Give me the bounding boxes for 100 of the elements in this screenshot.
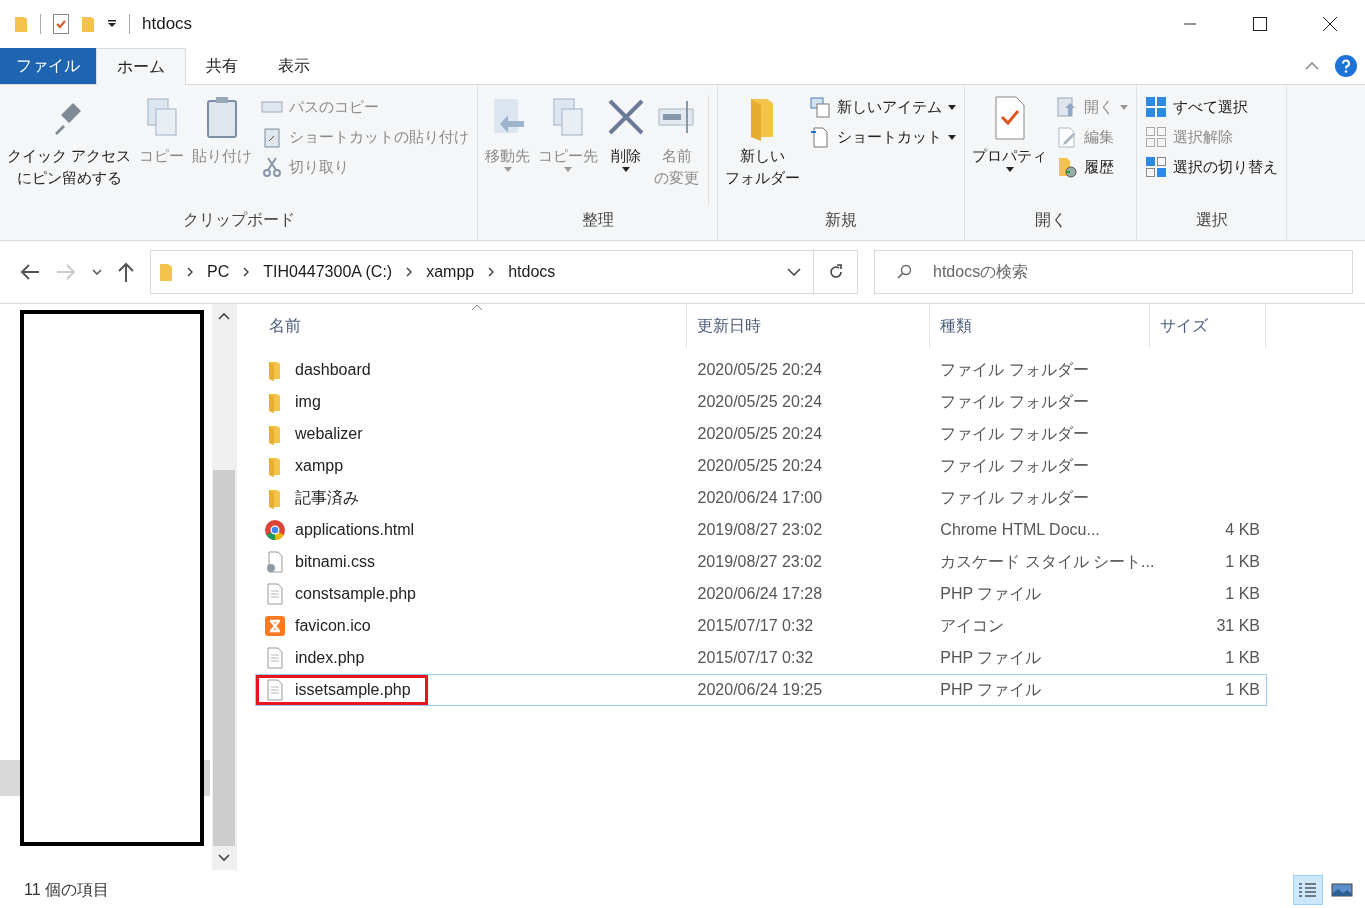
maximize-icon[interactable]: [1253, 17, 1267, 31]
new-item-icon: [809, 96, 832, 118]
breadcrumb[interactable]: htdocs: [508, 263, 556, 281]
properties-icon[interactable]: [53, 14, 69, 34]
date-cell-text: 2020/05/25 20:24: [696, 425, 824, 443]
type-cell-text: ファイル フォルダー: [939, 487, 1090, 508]
caret-icon: [1120, 104, 1129, 110]
file-row[interactable]: applications.html 2019/08/27 23:02 Chrome HTML Docu... 4 KB: [255, 514, 1267, 546]
ribbon-tab[interactable]: ファイル: [0, 48, 96, 84]
size-cell: 1 KB: [1225, 585, 1260, 603]
file-name: constsample.php: [295, 585, 416, 603]
search-field[interactable]: htdocsの検索: [874, 250, 1353, 294]
size-cell: 4 KB: [1225, 521, 1260, 539]
breadcrumb[interactable]: PC: [207, 263, 230, 281]
up-arrow-icon[interactable]: [118, 262, 134, 282]
css-file-icon: [265, 551, 285, 573]
file-name: xampp: [295, 457, 344, 475]
column-header[interactable]: 種類: [930, 304, 1150, 348]
back-arrow-icon[interactable]: [20, 264, 40, 280]
column-header[interactable]: 名前: [255, 304, 687, 348]
select-none-icon: [1145, 126, 1168, 148]
file-row[interactable]: xampp 2020/05/25 20:24 ファイル フォルダー: [255, 450, 1267, 482]
file-name: favicon.ico: [295, 617, 371, 635]
ribbon-tab[interactable]: ホーム: [96, 48, 186, 85]
file-name: img: [295, 393, 321, 411]
type-cell-text: Chrome HTML Docu...: [939, 521, 1101, 539]
file-row[interactable]: index.php 2015/07/17 0:32 PHP ファイル 1 KB: [255, 642, 1267, 674]
ribbon-button[interactable]: ショートカット: [805, 123, 961, 151]
large-icons-view-icon: [1331, 882, 1353, 898]
breadcrumb[interactable]: xampp: [426, 263, 475, 281]
column-header[interactable]: 更新日時: [687, 304, 930, 348]
type-cell-text: ファイル フォルダー: [939, 423, 1090, 444]
help-icon[interactable]: [1335, 55, 1357, 77]
file-row[interactable]: webalizer 2020/05/25 20:24 ファイル フォルダー: [255, 418, 1267, 450]
date-cell-text: 2020/06/24 17:00: [696, 489, 824, 507]
size-cell: 1 KB: [1225, 649, 1260, 667]
date-cell-text: 2019/08/27 23:02: [696, 521, 824, 539]
scrollbar-thumb[interactable]: [213, 470, 235, 846]
chevron-right-icon: [243, 267, 250, 277]
invert-selection-icon: [1145, 156, 1168, 178]
column-header[interactable]: サイズ: [1150, 304, 1266, 348]
ribbon-button[interactable]: クイック アクセス にピン留めする: [4, 91, 135, 193]
scrollbar[interactable]: [212, 304, 236, 870]
type-cell-text: PHP ファイル: [939, 583, 1043, 604]
file-row[interactable]: issetsample.php 2020/06/24 19:25 PHP ファイル 1 KB: [255, 674, 1267, 706]
chevron-down-icon[interactable]: [787, 268, 801, 276]
folder-icon: [159, 262, 173, 282]
file-name: 記事済み: [295, 487, 359, 508]
ribbon-button[interactable]: 削除: [603, 91, 650, 176]
document-icon: [265, 679, 285, 701]
chevron-down-icon[interactable]: [218, 854, 230, 862]
type-cell-text: PHP ファイル: [939, 679, 1043, 700]
ribbon-button[interactable]: 新しい フォルダー: [722, 91, 804, 193]
type-cell-text: ファイル フォルダー: [939, 391, 1090, 412]
file-name: index.php: [295, 649, 365, 667]
file-row[interactable]: dashboard 2020/05/25 20:24 ファイル フォルダー: [255, 354, 1267, 386]
type-cell-text: カスケード スタイル シート...: [939, 551, 1151, 572]
file-row[interactable]: constsample.php 2020/06/24 17:28 PHP ファイル 1 KB: [255, 578, 1267, 610]
date-cell-text: 2020/06/24 19:25: [696, 681, 824, 699]
file-name: issetsample.php: [295, 681, 411, 699]
size-cell: 1 KB: [1225, 681, 1260, 699]
file-row[interactable]: bitnami.css 2019/08/27 23:02 カスケード スタイル シート... 1 KB: [255, 546, 1267, 578]
sort-caret-icon: [470, 304, 483, 311]
dropdown-icon[interactable]: [107, 20, 117, 28]
chevron-down-icon[interactable]: [92, 269, 102, 275]
file-row[interactable]: 記事済み 2020/06/24 17:00 ファイル フォルダー: [255, 482, 1267, 514]
ribbon-button[interactable]: プロパティ: [969, 91, 1051, 176]
address-bar[interactable]: PC TIH0447300A (C:) xampp htdocs: [150, 250, 814, 294]
details-view-icon: [1298, 881, 1318, 899]
search-icon: [896, 264, 912, 280]
type-cell-text: ファイル フォルダー: [939, 359, 1090, 380]
chrome-icon: [265, 519, 285, 541]
breadcrumb[interactable]: TIH0447300A (C:): [263, 263, 393, 281]
type-cell-text: アイコン: [939, 615, 1006, 636]
chevron-right-icon: [488, 267, 495, 277]
size-cell: 31 KB: [1216, 617, 1260, 635]
close-icon[interactable]: [1323, 17, 1337, 31]
caret-icon: [622, 166, 631, 172]
file-row[interactable]: img 2020/05/25 20:24 ファイル フォルダー: [255, 386, 1267, 418]
file-name: applications.html: [295, 521, 415, 539]
caret-icon: [948, 134, 957, 140]
select-all-icon: [1145, 96, 1168, 118]
ribbon-button[interactable]: すべて選択: [1141, 93, 1283, 121]
document-icon: [265, 647, 285, 669]
group-label: 開く: [1033, 210, 1068, 230]
file-row[interactable]: favicon.ico 2015/07/17 0:32 アイコン 31 KB: [255, 610, 1267, 642]
chevron-right-icon: [187, 267, 193, 277]
history-icon: [1056, 156, 1079, 178]
details-view-button[interactable]: [1293, 875, 1323, 905]
chevron-up-icon[interactable]: [218, 312, 230, 320]
date-cell-text: 2020/06/24 17:28: [696, 585, 824, 603]
ribbon-button[interactable]: 履歴: [1052, 153, 1133, 181]
document-icon: [265, 583, 285, 605]
date-cell-text: 2015/07/17 0:32: [696, 649, 815, 667]
date-cell-text: 2019/08/27 23:02: [696, 553, 823, 571]
collapse-caret-icon[interactable]: [1305, 62, 1319, 70]
refresh-button[interactable]: [814, 250, 858, 294]
date-cell-text: 2020/05/25 20:24: [696, 457, 824, 475]
ribbon-button[interactable]: 新しいアイテム: [805, 93, 961, 121]
ribbon-button[interactable]: 選択の切り替え: [1141, 153, 1283, 181]
